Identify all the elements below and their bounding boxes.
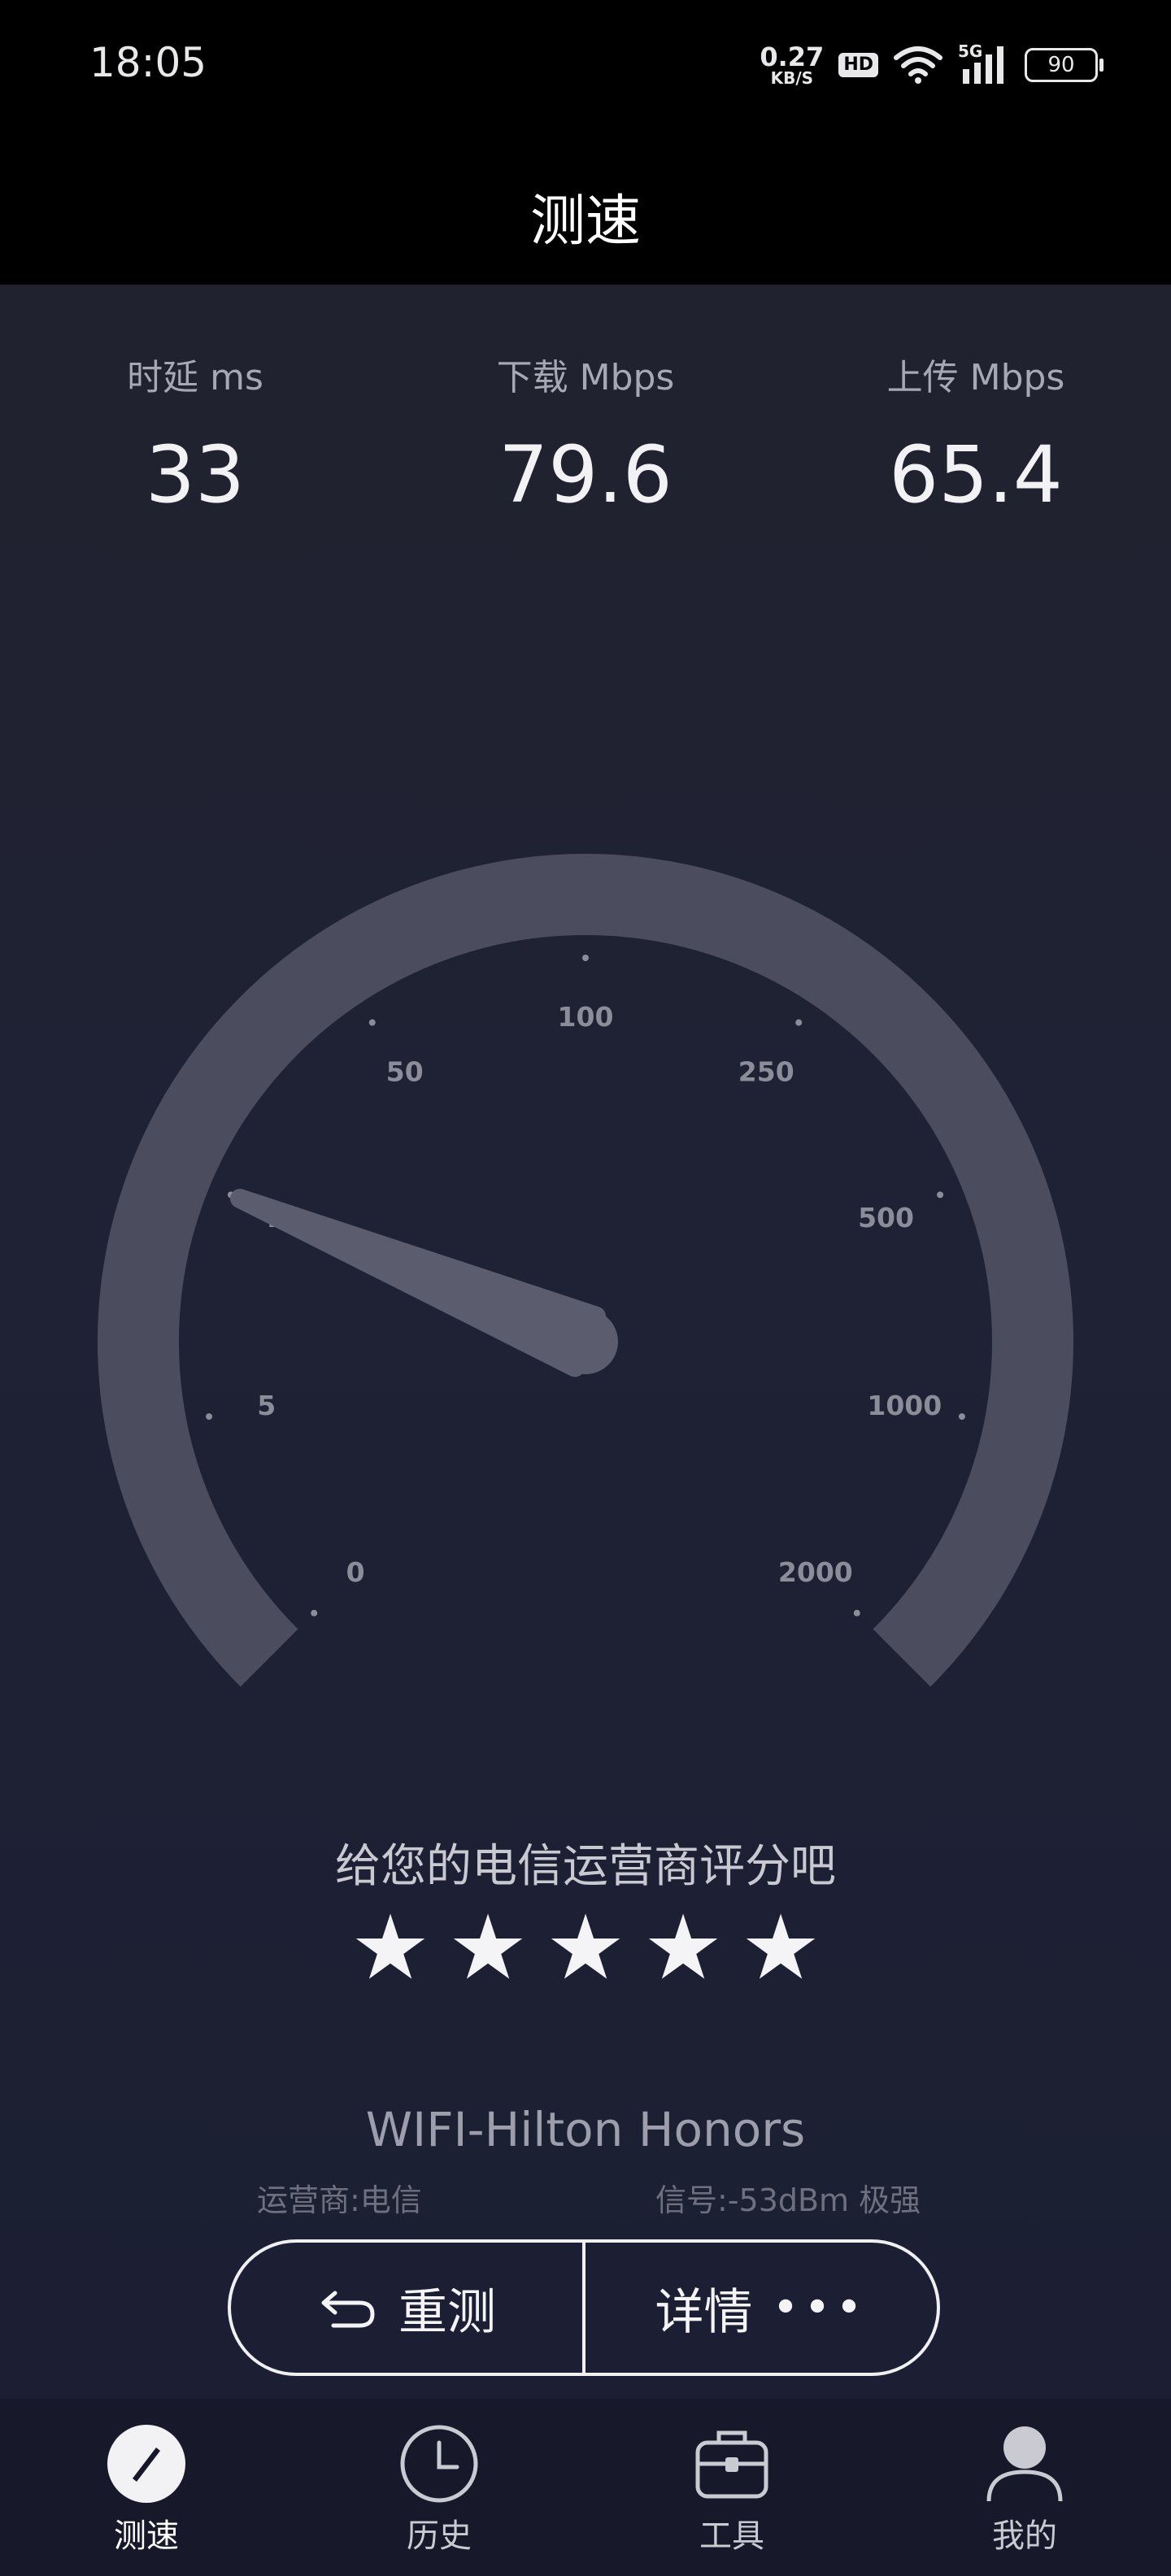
rating-star[interactable]: ★ xyxy=(350,1903,431,1992)
signal-info: 信号:-53dBm 极强 xyxy=(655,2182,921,2218)
gauge-tick-dot xyxy=(795,1019,803,1026)
gauge-tick-dot xyxy=(853,1609,860,1617)
gauge-tick-dot xyxy=(937,1191,944,1199)
gauge-needle-hub xyxy=(553,1309,618,1374)
gauge-tick-label: 2000 xyxy=(778,1556,853,1588)
gauge-tick-dot xyxy=(311,1609,318,1617)
nav-item-history[interactable]: 历史 xyxy=(293,2399,586,2576)
page-title: 测速 xyxy=(529,189,641,254)
toolbox-icon xyxy=(695,2430,768,2499)
gauge-tick-label: 1000 xyxy=(867,1390,942,1421)
details-label: 详情 xyxy=(655,2283,753,2341)
rating-stars: ★ ★ ★ ★ ★ xyxy=(0,1903,1171,1992)
network-speed-indicator: 0.27 KB/S xyxy=(760,44,824,86)
rating-star[interactable]: ★ xyxy=(740,1903,821,1992)
user-icon xyxy=(986,2426,1063,2502)
gauge-tick-label: 5 xyxy=(257,1390,276,1421)
gauge-tick-label: 0 xyxy=(346,1556,365,1588)
gauge-needle xyxy=(230,1188,607,1377)
gauge-tick-label: 50 xyxy=(386,1055,424,1087)
speed-test-screen: 18:05 0.27 KB/S HD 5G 90 测速 时延 ms 33 下载 … xyxy=(0,0,1171,2576)
wifi-icon xyxy=(894,46,942,84)
gauge-tick-dot xyxy=(958,1413,965,1421)
undo-icon xyxy=(321,2291,375,2328)
rating-prompt: 给您的电信运营商评分吧 xyxy=(335,1840,836,1893)
main-panel: 时延 ms 33 下载 Mbps 79.6 上传 Mbps 65.4 05105… xyxy=(0,285,1171,2399)
gauge-tick-label: 100 xyxy=(558,1001,614,1033)
battery-level: 90 xyxy=(1047,53,1075,77)
nav-item-speedtest[interactable]: 测速 xyxy=(0,2399,293,2576)
nav-label-history: 历史 xyxy=(407,2517,472,2555)
more-dots-icon: ••• xyxy=(772,2281,868,2334)
hd-badge: HD xyxy=(838,53,878,77)
network-speed-value: 0.27 xyxy=(760,41,825,72)
gauge-tick-dot xyxy=(582,955,589,961)
rating-star[interactable]: ★ xyxy=(447,1903,529,1992)
carrier-info: 运营商:电信 xyxy=(257,2182,422,2218)
rating-star[interactable]: ★ xyxy=(545,1903,626,1992)
nav-label-speedtest: 测速 xyxy=(114,2517,179,2555)
status-icons: 0.27 KB/S HD 5G 90 xyxy=(760,41,1104,89)
retest-label: 重测 xyxy=(398,2283,496,2341)
gauge-tick-dot xyxy=(368,1019,376,1026)
gauge-tick-dot xyxy=(206,1413,213,1421)
cellular-signal-icon: 5G xyxy=(958,41,1010,85)
details-button[interactable]: 详情 ••• xyxy=(586,2243,937,2373)
retest-button[interactable]: 重测 xyxy=(231,2243,582,2373)
gauge-tick-label: 500 xyxy=(858,1202,914,1234)
gauge-tick-label: 250 xyxy=(738,1055,794,1087)
nav-item-tools[interactable]: 工具 xyxy=(586,2399,878,2576)
status-time: 18:05 xyxy=(89,39,207,86)
nav-label-profile: 我的 xyxy=(992,2517,1057,2555)
nav-label-tools: 工具 xyxy=(699,2517,764,2555)
bottom-nav: 测速 历史 工具 我的 xyxy=(0,2399,1171,2576)
network-name: WIFI-Hilton Honors xyxy=(365,2102,806,2157)
speedometer-icon xyxy=(107,2425,185,2503)
status-bar: 18:05 0.27 KB/S HD 5G 90 xyxy=(0,0,1171,130)
clock-icon xyxy=(400,2425,478,2503)
rating-star[interactable]: ★ xyxy=(642,1903,724,1992)
nav-item-profile[interactable]: 我的 xyxy=(878,2399,1171,2576)
speed-gauge: 05105010025050010002000 xyxy=(98,854,1073,1687)
battery-icon: 90 xyxy=(1025,48,1104,82)
action-button-group: 重测 详情 ••• xyxy=(228,2239,940,2376)
app-header: 测速 xyxy=(0,130,1171,285)
network-speed-unit: KB/S xyxy=(770,68,814,88)
